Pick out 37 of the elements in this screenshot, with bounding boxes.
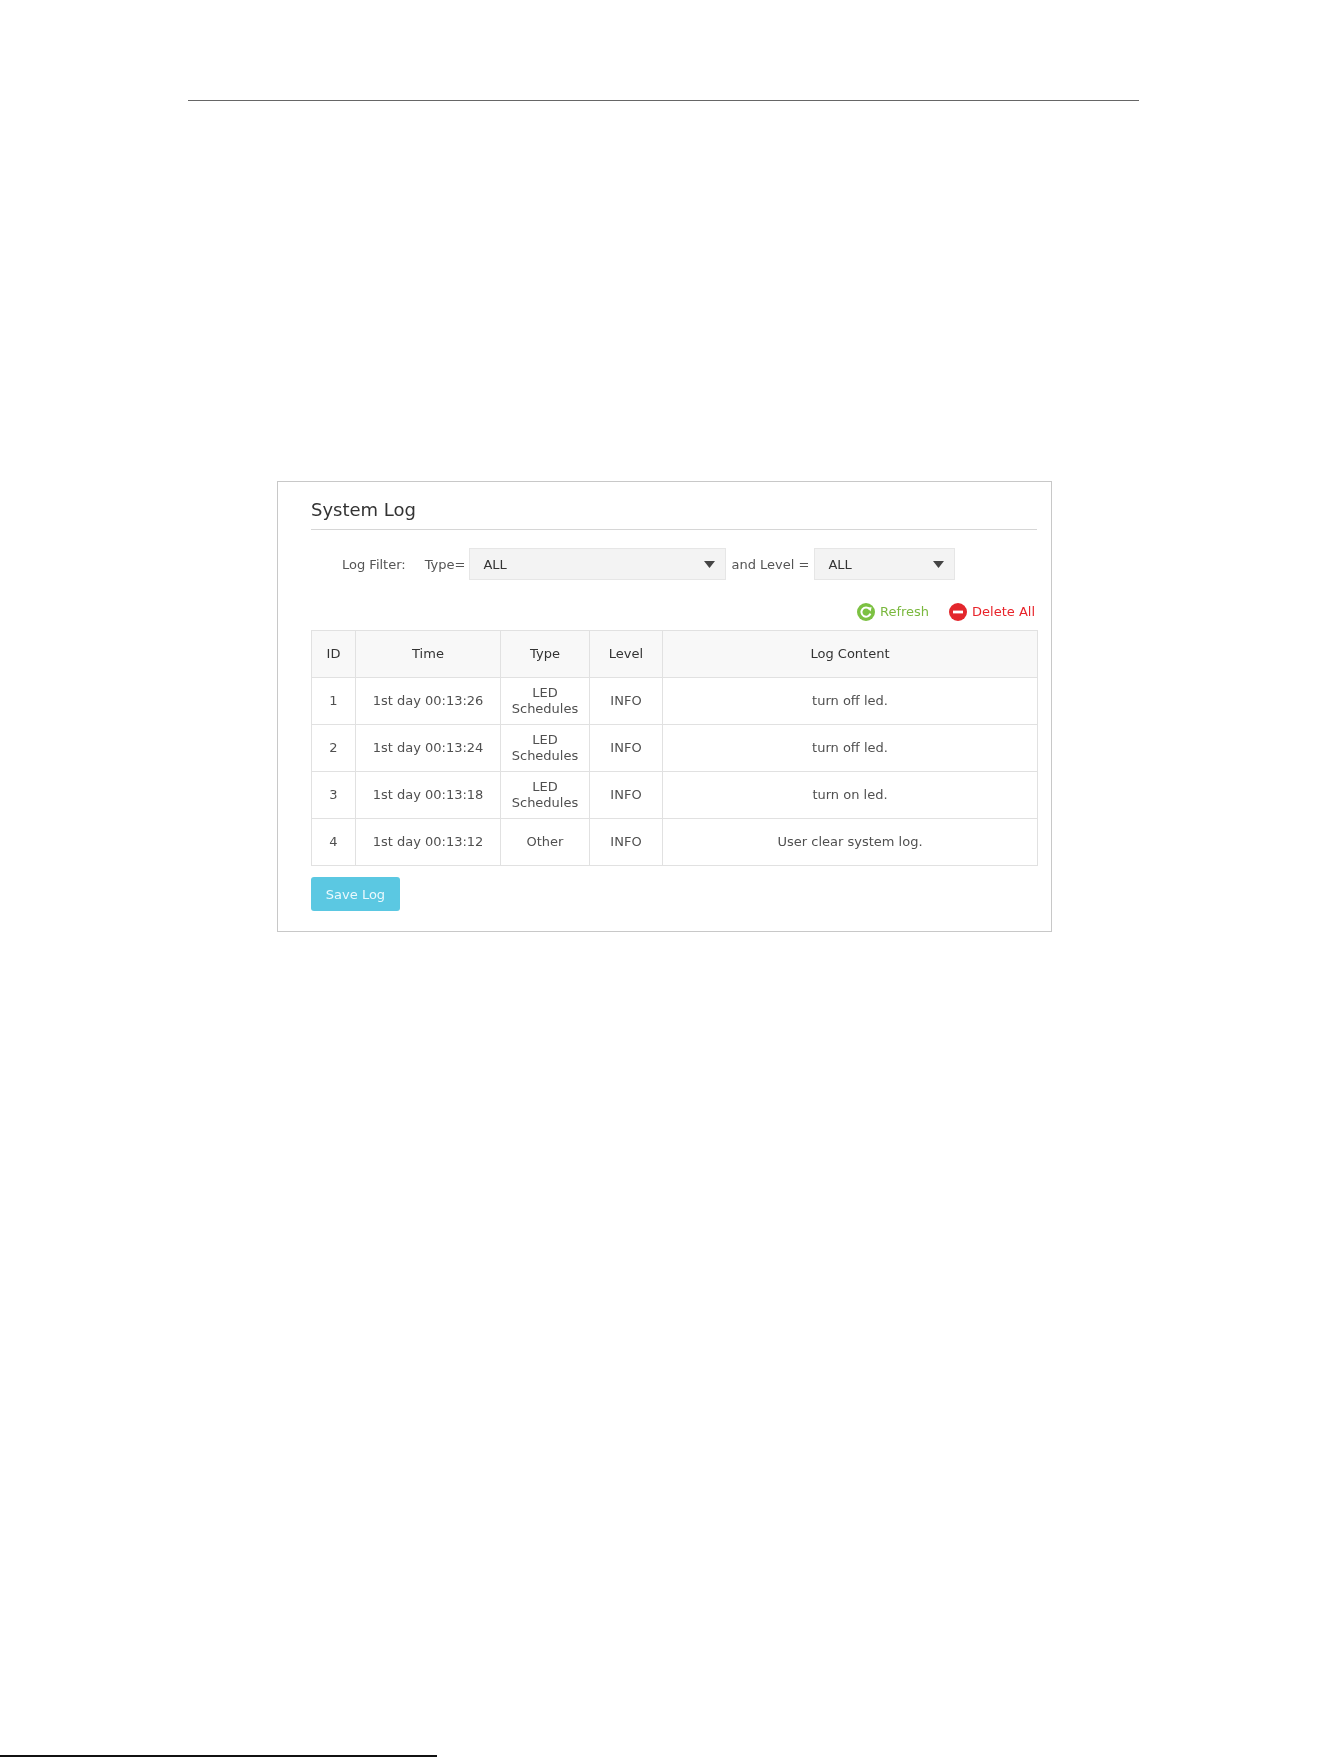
table-cell: Other [500, 818, 590, 866]
table-header-cell: Level [589, 630, 663, 678]
table-cell: 1 [311, 677, 356, 725]
table-cell: 1st day 00:13:24 [355, 724, 501, 772]
table-cell: 2 [311, 724, 356, 772]
filter-label: Log Filter: [342, 556, 406, 572]
level-label: and Level = [731, 556, 810, 572]
level-dropdown[interactable]: ALL [814, 548, 956, 580]
table-header-cell: Type [500, 630, 590, 678]
refresh-link[interactable]: Refresh [856, 603, 930, 621]
table-cell: 1st day 00:13:18 [355, 771, 501, 819]
table-cell: turn off led. [662, 677, 1038, 725]
table-header-cell: Time [355, 630, 501, 678]
type-label: Type= [424, 556, 466, 572]
panel-title: System Log [311, 498, 416, 522]
table-cell: INFO [589, 677, 663, 725]
table-cell: LED Schedules [500, 771, 590, 819]
caret-icon [933, 560, 945, 568]
table-cell: 4 [311, 818, 356, 866]
delete-all-link[interactable]: Delete All [949, 603, 1035, 621]
refresh-icon [856, 603, 875, 621]
type-dropdown[interactable]: ALL [469, 548, 727, 580]
table-cell: INFO [589, 818, 663, 866]
table-cell: LED Schedules [500, 677, 590, 725]
table-cell: 3 [311, 771, 356, 819]
table-cell: INFO [589, 771, 663, 819]
table-header-cell: Log Content [662, 630, 1038, 678]
table-cell: 1st day 00:13:26 [355, 677, 501, 725]
minus-circle-icon [949, 603, 968, 621]
table-cell: turn off led. [662, 724, 1038, 772]
table-cell: INFO [589, 724, 663, 772]
table-cell: User clear system log. [662, 818, 1038, 866]
table-header-cell: ID [311, 630, 356, 678]
table-cell: 1st day 00:13:12 [355, 818, 501, 866]
table-cell: turn on led. [662, 771, 1038, 819]
table-cell: LED Schedules [500, 724, 590, 772]
caret-icon [704, 560, 716, 568]
